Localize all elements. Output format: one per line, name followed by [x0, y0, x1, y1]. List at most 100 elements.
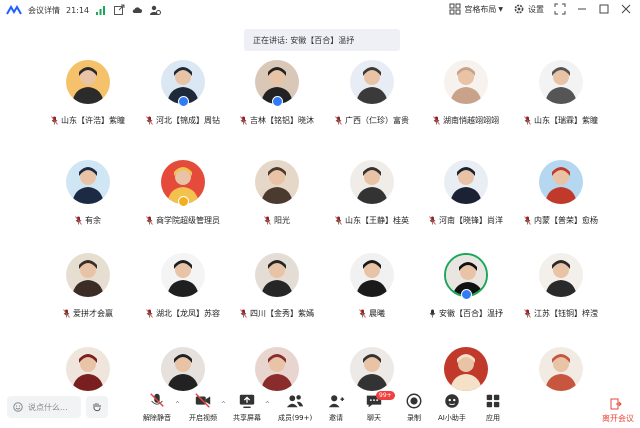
hand-icon	[93, 403, 101, 412]
avatar	[539, 347, 583, 391]
participant-name: 晨曦	[369, 309, 385, 318]
host-badge-icon	[272, 96, 283, 107]
avatar-photo	[66, 253, 110, 297]
avatar-photo	[539, 60, 583, 104]
avatar	[66, 253, 110, 297]
mic-muted-icon	[264, 216, 271, 225]
start-video-button[interactable]: 开启视频	[189, 392, 217, 423]
invite-icon	[328, 395, 345, 408]
meeting-details-link[interactable]: 会议详情	[28, 5, 60, 16]
grid-layout-icon	[449, 3, 461, 15]
ai-assistant-button[interactable]: AI小助手	[438, 392, 466, 423]
fullscreen-icon[interactable]	[554, 3, 566, 15]
speaking-indicator: 正在讲话: 安徽【百合】温抒	[244, 29, 400, 51]
start-video-label: 开启视频	[189, 414, 217, 422]
mic-muted-icon	[240, 116, 247, 125]
participant-name: 山东【许浩】紫瞳	[61, 116, 125, 125]
avatar	[255, 347, 299, 391]
avatar-photo	[539, 347, 583, 391]
avatar-photo	[161, 253, 205, 297]
participant-name: 湖北【龙凤】苏容	[156, 309, 220, 318]
participant-name-row: 江苏【钰铜】梓滢	[503, 308, 619, 319]
participant-name-row: 内蒙【普荣】愈杨	[503, 215, 619, 226]
avatar-photo	[444, 347, 488, 391]
avatar-photo	[66, 60, 110, 104]
apps-label: 应用	[486, 414, 500, 422]
ai-assistant-icon	[445, 394, 459, 408]
leave-meeting-button[interactable]: 离开会议	[602, 398, 634, 424]
emoji-icon[interactable]	[13, 402, 23, 412]
settings-button[interactable]: 设置	[513, 3, 544, 15]
security-icon[interactable]	[149, 4, 162, 16]
avatar-photo	[539, 160, 583, 204]
participant-name: 爱拼才会赢	[73, 309, 113, 318]
mic-muted-icon	[146, 309, 153, 318]
close-icon[interactable]	[620, 3, 632, 15]
mic-muted-icon	[240, 309, 247, 318]
record-button[interactable]: 录制	[405, 392, 423, 423]
layout-button[interactable]: 宫格布局 ▼	[449, 3, 503, 15]
mic-muted-icon	[75, 216, 82, 225]
chevron-up-icon[interactable]: ^	[265, 401, 270, 408]
participant-name: 河北【锦成】周钻	[156, 116, 220, 125]
avatar-photo	[350, 347, 394, 391]
share-screen-button[interactable]: 共享屏幕	[233, 392, 261, 423]
leave-label: 离开会议	[602, 414, 634, 423]
leave-icon	[610, 398, 622, 410]
avatar-photo	[255, 347, 299, 391]
share-screen-icon	[239, 394, 255, 409]
signal-icon[interactable]	[95, 4, 107, 16]
participant-name: 有余	[85, 216, 101, 225]
mic-muted-icon	[524, 309, 531, 318]
ai-assistant-label: AI小助手	[438, 414, 466, 422]
host-badge-icon	[178, 96, 189, 107]
participant-name: 吉林【铭铝】晓沐	[250, 116, 314, 125]
avatar	[350, 160, 394, 204]
restore-icon[interactable]	[598, 3, 610, 15]
mic-muted-icon	[524, 116, 531, 125]
avatar	[255, 253, 299, 297]
minimize-icon[interactable]	[576, 3, 588, 15]
unmute-label: 解除静音	[143, 414, 171, 422]
chevron-down-icon: ▼	[498, 5, 503, 13]
avatar	[539, 160, 583, 204]
avatar	[350, 347, 394, 391]
avatar	[66, 160, 110, 204]
mic-muted-icon	[63, 309, 70, 318]
gear-icon	[514, 4, 524, 14]
avatar	[350, 253, 394, 297]
host-badge-icon	[461, 289, 472, 300]
participant-name: 四川【金秀】紫嫣	[250, 309, 314, 318]
avatar	[444, 160, 488, 204]
chat-label: 聊天	[367, 414, 381, 422]
participant-name: 安徽【百合】温抒	[439, 309, 503, 318]
share-external-icon[interactable]	[113, 4, 125, 16]
avatar	[444, 347, 488, 391]
mic-muted-icon	[146, 116, 153, 125]
avatar	[66, 347, 110, 391]
raise-hand-button[interactable]	[86, 396, 108, 418]
participant-name: 江苏【钰铜】梓滢	[534, 309, 598, 318]
avatar-photo	[161, 347, 205, 391]
apps-icon	[486, 394, 500, 408]
chevron-up-icon[interactable]: ^	[221, 401, 226, 408]
avatar	[539, 253, 583, 297]
members-button[interactable]: 成员(99+)	[278, 392, 312, 423]
avatar	[66, 60, 110, 104]
record-icon	[406, 393, 422, 409]
cloud-icon[interactable]	[131, 4, 143, 16]
chat-input[interactable]: 说点什么...	[7, 396, 81, 418]
mic-muted-icon	[51, 116, 58, 125]
meeting-timer: 21:14	[66, 5, 90, 15]
invite-label: 邀请	[329, 414, 343, 422]
mic-muted-icon	[146, 216, 153, 225]
apps-button[interactable]: 应用	[484, 392, 502, 423]
participant-name: 阳光	[274, 216, 290, 225]
unmute-button[interactable]: 解除静音	[143, 392, 171, 423]
chat-unread-badge: 99+	[376, 391, 395, 400]
participant-name: 内蒙【普荣】愈杨	[534, 216, 598, 225]
avatar-photo	[539, 253, 583, 297]
invite-button[interactable]: 邀请	[327, 392, 345, 423]
avatar	[539, 60, 583, 104]
chevron-up-icon[interactable]: ^	[175, 401, 180, 408]
